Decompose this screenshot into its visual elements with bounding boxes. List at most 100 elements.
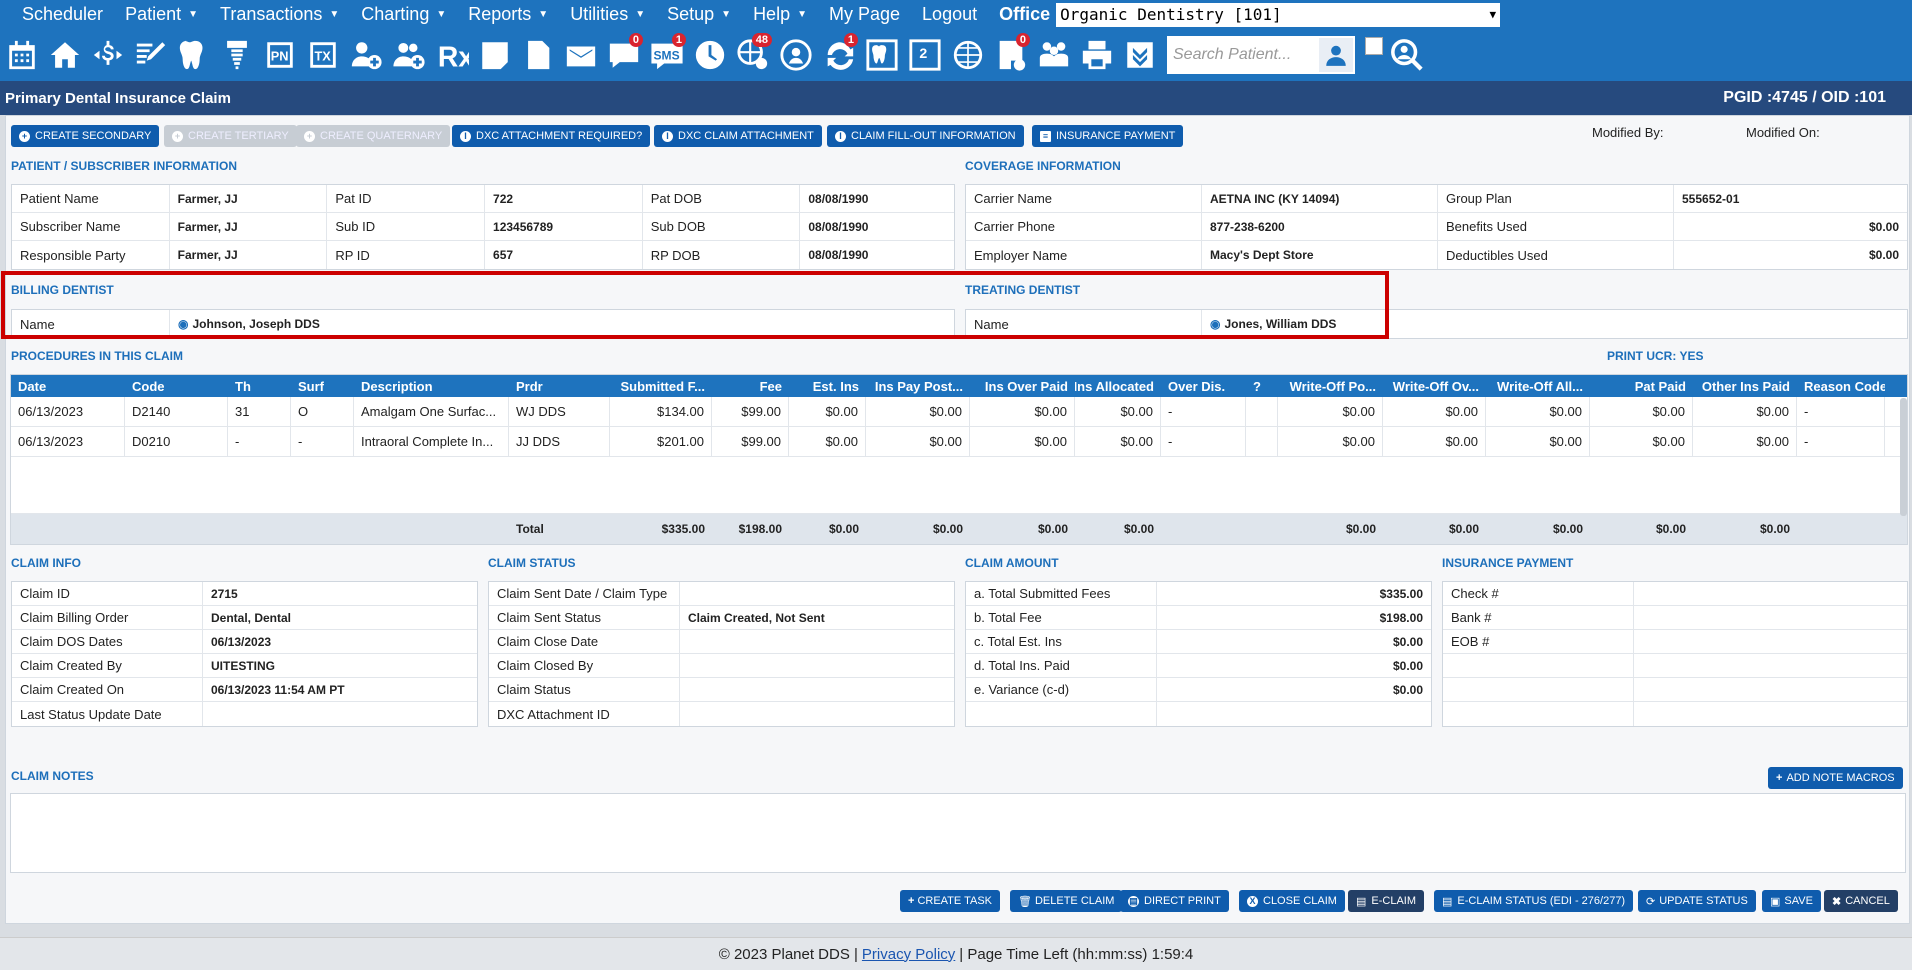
tooth-icon[interactable] [174, 33, 213, 77]
dollar-transfer-icon[interactable] [88, 33, 127, 77]
prescription-icon[interactable]: Rx [432, 33, 471, 77]
sms-icon[interactable]: SMS 1 [647, 33, 686, 77]
add-patient-icon[interactable] [346, 33, 385, 77]
tooth-chart-icon[interactable] [862, 33, 901, 77]
nav-charting[interactable]: Charting ▼ [339, 4, 446, 25]
close-claim-button[interactable]: x CLOSE CLAIM [1239, 890, 1345, 912]
treatment-plan-icon[interactable]: TX [303, 33, 342, 77]
network-globe-icon[interactable] [948, 33, 987, 77]
nav-reports[interactable]: Reports ▼ [446, 4, 548, 25]
patient-search-button[interactable] [1317, 36, 1355, 74]
column-header[interactable]: Surf [291, 375, 354, 397]
column-header[interactable]: Write-Off All... [1486, 375, 1590, 397]
document-icon[interactable] [518, 33, 557, 77]
group-search-icon[interactable] [1387, 33, 1426, 77]
calendar-icon[interactable] [2, 33, 41, 77]
edit-chart-icon[interactable] [131, 33, 170, 77]
nav-setup[interactable]: Setup ▼ [645, 4, 731, 25]
field-value: Farmer, JJ [170, 241, 328, 269]
column-header[interactable]: Submitted F... [610, 375, 712, 397]
caret-down-icon: ▼ [635, 9, 646, 20]
mail-icon[interactable] [561, 33, 600, 77]
close-circle-icon: x [1247, 895, 1258, 907]
sync-icon[interactable]: 1 [819, 33, 858, 77]
add-family-icon[interactable] [389, 33, 428, 77]
progress-notes-icon[interactable]: PN [260, 33, 299, 77]
create-tertiary-button[interactable]: + CREATE TERTIARY [164, 125, 297, 147]
column-header[interactable]: Write-Off Ov... [1383, 375, 1486, 397]
clock-icon[interactable] [690, 33, 729, 77]
total-cell: $0.00 [1037, 522, 1068, 536]
field-label: Claim Created On [12, 678, 203, 701]
cancel-button[interactable]: ✖ CANCEL [1824, 890, 1898, 912]
patient-search-input[interactable]: Search Patient... [1167, 36, 1317, 74]
privacy-policy-link[interactable]: Privacy Policy [862, 946, 955, 963]
column-header[interactable]: Pat Paid [1590, 375, 1693, 397]
tooth-two-icon[interactable]: 2 [905, 33, 944, 77]
web-patients-icon[interactable]: 48 [733, 33, 772, 77]
note-icon[interactable] [475, 33, 514, 77]
icon-toolbar: PN TX Rx 0 SMS1 48 1 2 0 Search Patient.… [0, 29, 1912, 81]
create-task-button[interactable]: + CREATE TASK [900, 890, 1001, 912]
column-header[interactable]: Ins Allocated [1075, 375, 1161, 397]
claim-notes-textarea[interactable] [10, 793, 1906, 873]
column-header[interactable]: Prdr [509, 375, 610, 397]
dxc-attachment-required-button[interactable]: i DXC ATTACHMENT REQUIRED? [452, 125, 651, 147]
chat-icon[interactable]: 0 [604, 33, 643, 77]
column-header[interactable]: ? [1246, 375, 1278, 397]
eclaim-button[interactable]: ▤ E-CLAIM [1348, 890, 1425, 912]
field-value: 555652-01 [1682, 191, 1740, 206]
toolbar-checkbox[interactable] [1365, 37, 1383, 55]
nav-label: Reports [468, 4, 532, 24]
column-header[interactable]: Description [354, 375, 509, 397]
table-row[interactable]: 06/13/2023 D2140 31 O Amalgam One Surfac... W… [11, 397, 1907, 427]
office-select[interactable]: Organic Dentistry [101] ▼ [1056, 2, 1501, 27]
nav-transactions[interactable]: Transactions ▼ [198, 4, 339, 25]
update-status-button[interactable]: ⟳ UPDATE STATUS [1638, 890, 1756, 912]
table-cell: $0.00 [1278, 427, 1383, 456]
column-header[interactable]: Code [125, 375, 228, 397]
claim-fillout-button[interactable]: i CLAIM FILL-OUT INFORMATION [827, 125, 1024, 147]
nav-help[interactable]: Help ▼ [731, 4, 807, 25]
chat-badge: 0 [628, 33, 643, 47]
column-header[interactable]: Reason Code [1797, 375, 1885, 397]
home-icon[interactable] [45, 33, 84, 77]
delete-claim-button[interactable]: 🗑 DELETE CLAIM [1010, 890, 1123, 912]
column-header[interactable]: Ins Pay Post... [866, 375, 970, 397]
column-header[interactable]: Fee [712, 375, 789, 397]
printer-icon[interactable] [1077, 33, 1116, 77]
insurance-payment-button[interactable]: ≡ INSURANCE PAYMENT [1032, 125, 1184, 147]
column-header[interactable]: Over Dis. [1161, 375, 1246, 397]
nav-scheduler[interactable]: Scheduler [0, 4, 103, 25]
column-header[interactable]: Write-Off Po... [1278, 375, 1383, 397]
column-header[interactable]: Ins Over Paid [970, 375, 1075, 397]
nav-logout[interactable]: Logout [900, 4, 977, 25]
direct-print-button[interactable]: ▤ DIRECT PRINT [1120, 890, 1229, 912]
save-button[interactable]: ▣ SAVE [1762, 890, 1821, 912]
column-header[interactable]: Other Ins Paid [1693, 375, 1797, 397]
field-value: Dental, Dental [211, 610, 292, 625]
eclaim-status-button[interactable]: ▤ E-CLAIM STATUS (EDI - 276/277) [1434, 890, 1634, 912]
column-header[interactable]: Est. Ins [789, 375, 866, 397]
dxc-claim-attachment-button[interactable]: i DXC CLAIM ATTACHMENT [654, 125, 822, 147]
staff-icon[interactable] [1034, 33, 1073, 77]
treating-dentist-value[interactable]: ◉ Jones, William DDS [1202, 310, 1907, 338]
procedures-scrollbar[interactable] [1900, 398, 1907, 516]
total-cell: $0.00 [1759, 522, 1790, 536]
table-row[interactable]: 06/13/2023 D0210- - Intraoral Complete In..… [11, 427, 1907, 457]
column-header[interactable]: Date [11, 375, 125, 397]
tooth-implant-icon[interactable] [217, 33, 256, 77]
total-cell: $0.00 [932, 522, 963, 536]
claim-check-icon[interactable]: 0 [991, 33, 1030, 77]
column-header[interactable]: Th [228, 375, 291, 397]
billing-dentist-value[interactable]: ◉ Johnson, Joseph DDS [170, 310, 954, 338]
support-globe-icon[interactable] [776, 33, 815, 77]
create-quaternary-button[interactable]: + CREATE QUATERNARY [296, 125, 451, 147]
nav-utilities[interactable]: Utilities ▼ [548, 4, 645, 25]
nav-my-page[interactable]: My Page [807, 4, 900, 25]
add-note-macros-button[interactable]: + ADD NOTE MACROS [1768, 767, 1903, 789]
nav-patient[interactable]: Patient ▼ [103, 4, 198, 25]
field-value [680, 702, 954, 726]
expand-down-icon[interactable] [1120, 33, 1159, 77]
create-secondary-button[interactable]: + CREATE SECONDARY [11, 125, 160, 147]
